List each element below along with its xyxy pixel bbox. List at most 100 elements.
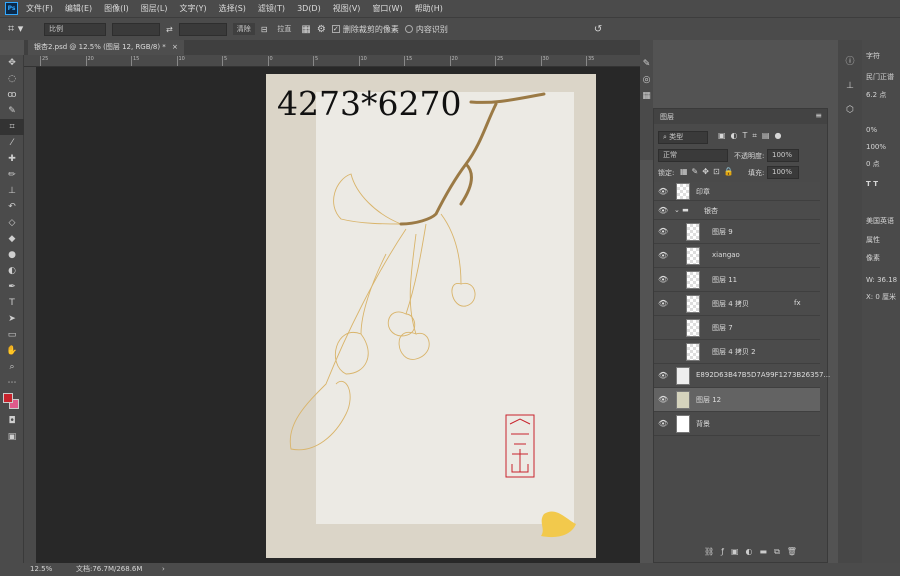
layer-row[interactable]: 👁 背景 bbox=[654, 412, 820, 436]
layer-row[interactable]: 图层 7 bbox=[654, 316, 820, 340]
3d-cube-icon[interactable]: ⬡ bbox=[838, 102, 862, 118]
color-swatches[interactable] bbox=[0, 391, 23, 413]
language-select[interactable]: 美国英语 bbox=[866, 216, 894, 226]
vertical-scale-field[interactable]: 100% bbox=[866, 143, 886, 151]
shape-tool-icon[interactable]: ▭ bbox=[0, 327, 24, 343]
info-icon[interactable]: ⓘ bbox=[838, 54, 862, 70]
bucket-tool-icon[interactable]: ◆ bbox=[0, 231, 24, 247]
zoom-level[interactable]: 12.5% bbox=[30, 563, 52, 576]
stamp-tool-icon[interactable]: ⊥ bbox=[0, 183, 24, 199]
layer-row[interactable]: 👁 图层 11 bbox=[654, 268, 820, 292]
faux-bold-icon[interactable]: T T bbox=[866, 180, 878, 188]
grid-panel-icon[interactable]: ▦ bbox=[640, 88, 653, 104]
zoom-tool-icon[interactable]: ⌕ bbox=[0, 359, 24, 375]
gear-icon[interactable]: ⚙ bbox=[317, 24, 326, 35]
character-tab[interactable]: 字符 bbox=[866, 51, 880, 61]
more-tools-icon[interactable]: ⋯ bbox=[0, 375, 24, 391]
properties-tab[interactable]: 属性 bbox=[866, 235, 880, 245]
straighten-icon[interactable]: ⊟ bbox=[261, 25, 268, 34]
menu-filter[interactable]: 滤镜(T) bbox=[258, 3, 285, 14]
marquee-tool-icon[interactable]: ◌ bbox=[0, 71, 24, 87]
layer-row[interactable]: 👁 ⌄ ▬ 银杏 bbox=[654, 201, 820, 220]
menu-help[interactable]: 帮助(H) bbox=[415, 3, 443, 14]
brush-panel-icon[interactable]: ✎ bbox=[640, 56, 653, 72]
menu-3d[interactable]: 3D(D) bbox=[297, 4, 321, 13]
menu-select[interactable]: 选择(S) bbox=[219, 3, 246, 14]
history-brush-icon[interactable]: ↶ bbox=[0, 199, 24, 215]
eye-icon[interactable]: 👁 bbox=[658, 187, 668, 196]
opacity-input[interactable]: 100% bbox=[767, 149, 799, 162]
swatch-panel-icon[interactable]: ◎ bbox=[640, 72, 653, 88]
crop-tool-icon[interactable]: ⌗ bbox=[0, 119, 24, 135]
layer-row[interactable]: 👁 E892D63B47B5D7A99F1273B26357... bbox=[654, 364, 830, 388]
layer-row[interactable]: 👁 图层 12 bbox=[654, 388, 820, 412]
brush-tool-icon[interactable]: ✏ bbox=[0, 167, 24, 183]
layer-filter-select[interactable]: ⌕ 类型 bbox=[658, 131, 708, 144]
content-aware-checkbox[interactable] bbox=[404, 25, 413, 33]
lock-icons[interactable]: ▦✎✥⊡🔒 bbox=[680, 167, 738, 176]
eye-icon[interactable]: 👁 bbox=[658, 371, 668, 380]
eye-icon[interactable]: 👁 bbox=[658, 206, 668, 215]
height-input[interactable] bbox=[178, 22, 227, 36]
clear-button[interactable]: 清除 bbox=[232, 23, 255, 35]
eye-icon[interactable]: 👁 bbox=[658, 227, 668, 236]
crop-tool-icon[interactable]: ⌗ ▾ bbox=[8, 22, 38, 36]
healing-tool-icon[interactable]: ✚ bbox=[0, 151, 24, 167]
layer-row[interactable]: 👁 xiangao bbox=[654, 244, 820, 268]
layer-actions[interactable]: ⛓ƒ▣◐▬⧉🗑 bbox=[704, 547, 804, 557]
stamp-panel-icon[interactable]: ⊥ bbox=[838, 78, 862, 94]
menu-file[interactable]: 文件(F) bbox=[26, 3, 53, 14]
move-tool-icon[interactable]: ✥ bbox=[0, 55, 24, 71]
quick-select-tool-icon[interactable]: ✎ bbox=[0, 103, 24, 119]
pen-tool-icon[interactable]: ✒ bbox=[0, 279, 24, 295]
layer-row[interactable]: 👁 图层 4 拷贝 fx bbox=[654, 292, 820, 316]
quick-mask-icon[interactable]: ◘ bbox=[0, 413, 24, 429]
eye-icon[interactable]: 👁 bbox=[658, 251, 668, 260]
type-tool-icon[interactable]: T bbox=[0, 295, 24, 311]
status-menu-arrow[interactable]: › bbox=[162, 563, 165, 576]
ratio-select[interactable]: 比例 bbox=[44, 22, 106, 36]
document-tab[interactable]: 银杏2.psd @ 12.5% (图层 12, RGB/8) * × bbox=[28, 40, 184, 55]
foreground-color-swatch[interactable] bbox=[3, 393, 13, 403]
eye-icon[interactable]: 👁 bbox=[658, 275, 668, 284]
reset-icon[interactable]: ↺ bbox=[594, 24, 602, 35]
font-size-field[interactable]: 6.2 点 bbox=[866, 90, 886, 100]
eraser-tool-icon[interactable]: ◇ bbox=[0, 215, 24, 231]
dodge-tool-icon[interactable]: ◐ bbox=[0, 263, 24, 279]
lasso-tool-icon[interactable]: ꝏ bbox=[0, 87, 24, 103]
tracking-field[interactable]: 0% bbox=[866, 126, 877, 134]
grid-overlay-icon[interactable]: ▦ bbox=[301, 24, 310, 35]
screen-mode-icon[interactable]: ▣ bbox=[0, 429, 24, 445]
layer-row[interactable]: 图层 4 拷贝 2 bbox=[654, 340, 820, 364]
menu-view[interactable]: 视图(V) bbox=[333, 3, 361, 14]
eyedropper-tool-icon[interactable]: ⁄ bbox=[0, 135, 24, 151]
menu-image[interactable]: 图像(I) bbox=[104, 3, 129, 14]
blur-tool-icon[interactable]: ● bbox=[0, 247, 24, 263]
filter-icons[interactable]: ▣◐T⌗▤● bbox=[718, 131, 786, 141]
eye-icon[interactable]: 👁 bbox=[658, 419, 668, 428]
blend-mode-select[interactable]: 正常 bbox=[658, 149, 728, 162]
layers-tab[interactable]: 图层 bbox=[660, 112, 674, 122]
fill-input[interactable]: 100% bbox=[767, 166, 799, 179]
swap-icon[interactable]: ⇄ bbox=[166, 25, 173, 34]
menu-edit[interactable]: 编辑(E) bbox=[65, 3, 92, 14]
fx-icon[interactable]: fx bbox=[794, 299, 801, 307]
path-select-tool-icon[interactable]: ➤ bbox=[0, 311, 24, 327]
delete-cropped-checkbox[interactable]: ✓ bbox=[331, 25, 340, 33]
baseline-field[interactable]: 0 点 bbox=[866, 159, 880, 169]
straighten-button[interactable]: 拉直 bbox=[273, 23, 295, 35]
x-value[interactable]: X: 0 厘米 bbox=[866, 292, 896, 302]
font-family-field[interactable]: 民门正谱 bbox=[866, 72, 894, 82]
menu-layer[interactable]: 图层(L) bbox=[141, 3, 168, 14]
menu-window[interactable]: 窗口(W) bbox=[372, 3, 402, 14]
layer-row[interactable]: 👁 印章 bbox=[654, 182, 820, 201]
layer-row[interactable]: 👁 图层 9 bbox=[654, 220, 820, 244]
eye-icon[interactable]: 👁 bbox=[658, 395, 668, 404]
panel-menu-icon[interactable]: ≡ bbox=[815, 111, 822, 120]
hand-tool-icon[interactable]: ✋ bbox=[0, 343, 24, 359]
close-icon[interactable]: × bbox=[172, 43, 178, 51]
eye-icon[interactable]: 👁 bbox=[658, 299, 668, 308]
menu-type[interactable]: 文字(Y) bbox=[179, 3, 206, 14]
width-input[interactable] bbox=[112, 22, 160, 36]
width-value[interactable]: W: 36.18 bbox=[866, 276, 897, 284]
